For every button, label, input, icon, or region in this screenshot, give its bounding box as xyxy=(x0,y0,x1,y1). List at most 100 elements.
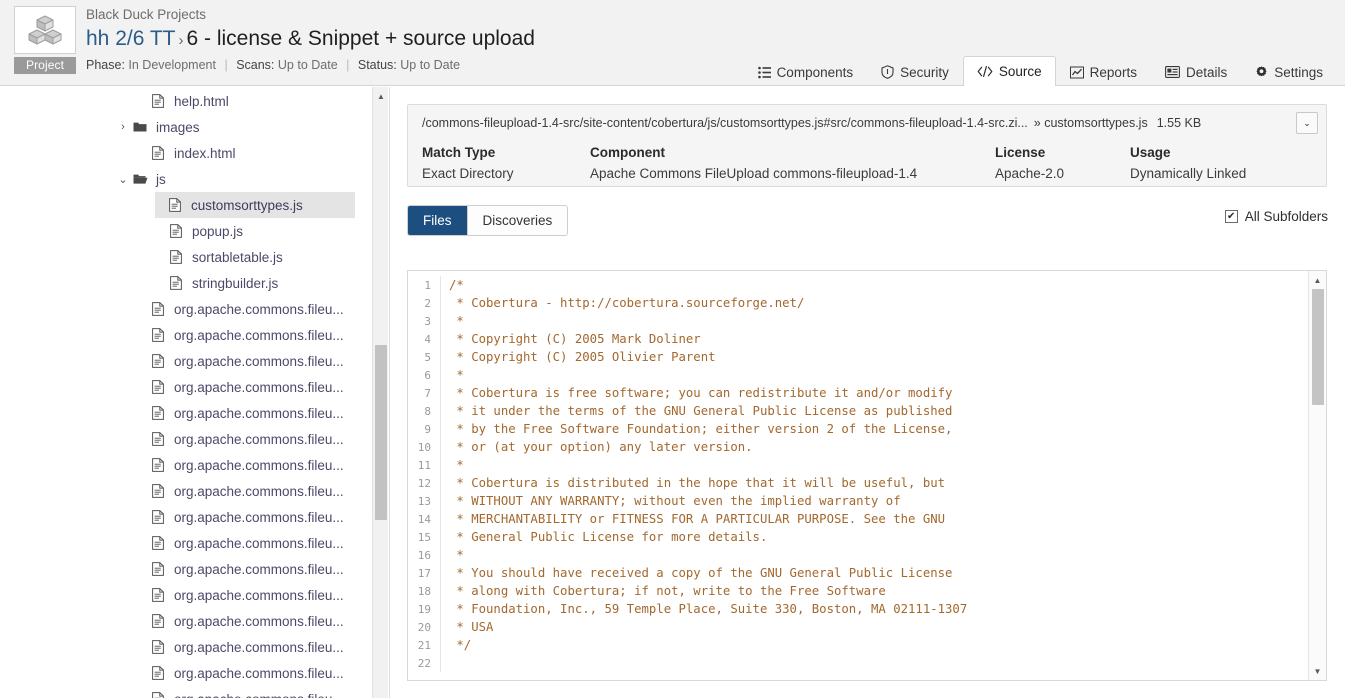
file-icon xyxy=(148,94,168,108)
tree-item[interactable]: org.apache.commons.fileu... xyxy=(0,478,371,504)
code-text[interactable]: * by the Free Software Foundation; eithe… xyxy=(441,422,952,436)
all-subfolders-toggle[interactable]: ✔ All Subfolders xyxy=(1225,209,1328,224)
tab-reports[interactable]: Reports xyxy=(1056,57,1151,86)
tab-security[interactable]: Security xyxy=(867,57,963,86)
line-number: 12 xyxy=(408,477,440,490)
chart-line-icon xyxy=(1070,66,1084,79)
tree-item[interactable]: org.apache.commons.fileu... xyxy=(0,452,371,478)
line-number: 22 xyxy=(408,657,440,670)
chevron-down-icon[interactable]: ⌄ xyxy=(116,173,130,186)
code-text[interactable]: */ xyxy=(441,638,471,652)
tree-item[interactable]: org.apache.commons.fileu... xyxy=(0,348,371,374)
code-scroll-down-arrow-icon[interactable]: ▼ xyxy=(1309,663,1326,679)
code-text[interactable]: * WITHOUT ANY WARRANTY; without even the… xyxy=(441,494,901,508)
chevron-right-icon[interactable]: › xyxy=(116,121,130,133)
line-number: 4 xyxy=(408,333,440,346)
tree-item[interactable]: ⌄js xyxy=(0,166,371,192)
code-text[interactable]: * or (at your option) any later version. xyxy=(441,440,753,454)
code-scrollbar-thumb[interactable] xyxy=(1312,289,1324,405)
path-expand-button[interactable]: ⌄ xyxy=(1296,112,1318,134)
tree-item-label: org.apache.commons.fileu... xyxy=(168,432,344,447)
code-scrollbar[interactable]: ▲ ▼ xyxy=(1308,271,1326,680)
meta-usage: Usage Dynamically Linked xyxy=(1130,143,1246,184)
tree-item-label: customsorttypes.js xyxy=(185,198,303,213)
line-number: 13 xyxy=(408,495,440,508)
version-name: 6 - license & Snippet + source upload xyxy=(187,27,535,50)
tree-item[interactable]: sortabletable.js xyxy=(0,244,371,270)
line-number: 6 xyxy=(408,369,440,382)
tree-item[interactable]: org.apache.commons.fileu... xyxy=(0,530,371,556)
tree-item-label: stringbuilder.js xyxy=(186,276,278,291)
tree-item[interactable]: org.apache.commons.fileu... xyxy=(0,322,371,348)
code-text[interactable]: * xyxy=(441,368,464,382)
scroll-up-arrow-icon[interactable]: ▲ xyxy=(373,88,389,104)
tree-item[interactable]: org.apache.commons.fileu... xyxy=(0,504,371,530)
subtab-discoveries[interactable]: Discoveries xyxy=(468,206,568,235)
code-line: 3 * xyxy=(408,312,1308,330)
tree-item[interactable]: org.apache.commons.fileu... xyxy=(0,296,371,322)
meta-divider: | xyxy=(219,58,232,72)
tree-item[interactable]: org.apache.commons.fileu... xyxy=(0,426,371,452)
code-text[interactable]: * USA xyxy=(441,620,493,634)
meta-value: Dynamically Linked xyxy=(1130,164,1246,184)
scans-value: Up to Date xyxy=(278,58,338,72)
tree-item-label: org.apache.commons.fileu... xyxy=(168,692,344,698)
file-path-text[interactable]: /commons-fileupload-1.4-src/site-content… xyxy=(422,116,1028,130)
tree-item-label: org.apache.commons.fileu... xyxy=(168,302,344,317)
line-number: 2 xyxy=(408,297,440,310)
project-meta: Phase: In Development | Scans: Up to Dat… xyxy=(86,57,535,73)
tree-item[interactable]: help.html xyxy=(0,88,371,114)
tab-components[interactable]: Components xyxy=(744,57,868,86)
code-text[interactable]: /* xyxy=(441,278,464,292)
tree-item[interactable]: org.apache.commons.fileu... xyxy=(0,608,371,634)
sidebar-scrollbar[interactable]: ▲ xyxy=(372,87,388,698)
tree-item[interactable]: org.apache.commons.fileu... xyxy=(0,634,371,660)
code-text[interactable]: * Cobertura - http://cobertura.sourcefor… xyxy=(441,296,804,310)
tree-item[interactable]: ›images xyxy=(0,114,371,140)
tree-item[interactable]: org.apache.commons.fileu... xyxy=(0,400,371,426)
tree-item[interactable]: org.apache.commons.fileu... xyxy=(0,686,371,698)
tree-item[interactable]: index.html xyxy=(0,140,371,166)
code-line: 12 * Cobertura is distributed in the hop… xyxy=(408,474,1308,492)
code-text[interactable]: * xyxy=(441,548,464,562)
meta-license: License Apache-2.0 xyxy=(995,143,1130,184)
tree-item[interactable]: org.apache.commons.fileu... xyxy=(0,582,371,608)
code-line: 7 * Cobertura is free software; you can … xyxy=(408,384,1308,402)
line-number: 8 xyxy=(408,405,440,418)
tree-item[interactable]: popup.js xyxy=(0,218,371,244)
code-text[interactable]: * General Public License for more detail… xyxy=(441,530,767,544)
code-text[interactable]: * Foundation, Inc., 59 Temple Place, Sui… xyxy=(441,602,967,616)
all-subfolders-checkbox[interactable]: ✔ xyxy=(1225,210,1238,223)
code-scroll-up-arrow-icon[interactable]: ▲ xyxy=(1309,272,1326,288)
tree-item[interactable]: org.apache.commons.fileu... xyxy=(0,374,371,400)
sidebar-scrollbar-thumb[interactable] xyxy=(375,345,387,520)
line-number: 15 xyxy=(408,531,440,544)
code-text[interactable]: * Cobertura is distributed in the hope t… xyxy=(441,476,945,490)
code-text[interactable]: * xyxy=(441,314,464,328)
code-text[interactable]: * You should have received a copy of the… xyxy=(441,566,952,580)
tree-item-label: org.apache.commons.fileu... xyxy=(168,666,344,681)
project-name-link[interactable]: hh 2/6 TT xyxy=(86,27,176,50)
code-text[interactable]: * Cobertura is free software; you can re… xyxy=(441,386,952,400)
file-tree-sidebar[interactable]: help.html›imagesindex.html⌄js customsortt… xyxy=(0,87,371,698)
file-icon xyxy=(148,328,168,342)
tab-source[interactable]: Source xyxy=(963,56,1056,86)
code-text[interactable]: * Copyright (C) 2005 Olivier Parent xyxy=(441,350,716,364)
subtab-files[interactable]: Files xyxy=(408,206,468,235)
tab-details[interactable]: Details xyxy=(1151,57,1241,86)
code-text[interactable]: * MERCHANTABILITY or FITNESS FOR A PARTI… xyxy=(441,512,945,526)
tab-settings[interactable]: Settings xyxy=(1241,57,1337,86)
tree-item[interactable]: customsorttypes.js xyxy=(155,192,355,218)
file-icon xyxy=(166,224,186,238)
tree-item[interactable]: org.apache.commons.fileu... xyxy=(0,556,371,582)
tree-item[interactable]: stringbuilder.js xyxy=(0,270,371,296)
code-text[interactable]: * it under the terms of the GNU General … xyxy=(441,404,952,418)
gear-icon xyxy=(1255,66,1268,79)
breadcrumb[interactable]: Black Duck Projects xyxy=(86,6,535,23)
code-text[interactable]: * Copyright (C) 2005 Mark Doliner xyxy=(441,332,701,346)
tree-item[interactable]: org.apache.commons.fileu... xyxy=(0,660,371,686)
meta-key: Component xyxy=(590,143,995,163)
code-line: 8 * it under the terms of the GNU Genera… xyxy=(408,402,1308,420)
code-text[interactable]: * along with Cobertura; if not, write to… xyxy=(441,584,886,598)
code-text[interactable]: * xyxy=(441,458,464,472)
